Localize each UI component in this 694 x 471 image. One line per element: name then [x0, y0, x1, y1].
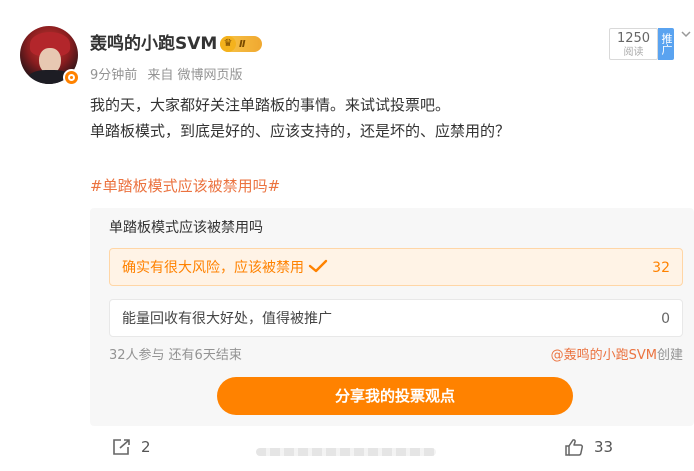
repost-count: 2 — [141, 438, 151, 456]
blurred-content — [256, 448, 436, 456]
poll-participants: 32人参与 — [109, 348, 165, 363]
chevron-down-icon[interactable] — [680, 28, 692, 40]
crown-icon: ♛ — [220, 36, 236, 52]
poll-option-label: 确实有很大风险，应该被禁用 — [122, 258, 328, 278]
post-source: 来自 微博网页版 — [147, 68, 243, 83]
poll-status: 32人参与 还有6天结束 — [109, 347, 246, 365]
checkmark-icon — [308, 259, 328, 273]
post-meta: 9分钟前 来自 微博网页版 — [90, 64, 249, 83]
repost-icon — [113, 439, 130, 455]
like-button[interactable]: 33 — [564, 438, 613, 456]
post-time[interactable]: 9分钟前 — [90, 68, 137, 83]
view-counter: 1250 阅读 — [609, 28, 658, 60]
promote-button[interactable]: 推广 — [658, 28, 674, 60]
share-vote-button[interactable]: 分享我的投票观点 — [217, 377, 573, 415]
action-bar: 2 33 — [0, 430, 694, 471]
poll-option-text: 确实有很大风险，应该被禁用 — [122, 260, 304, 276]
author-name[interactable]: 轰鸣的小跑SVM — [90, 33, 217, 55]
level-label: Ⅱ — [239, 38, 246, 50]
view-label: 阅读 — [623, 47, 644, 58]
poll-creator-suffix: 创建 — [656, 348, 683, 363]
poll-creator: @轰鸣的小跑SVM创建 — [551, 347, 683, 365]
like-count: 33 — [594, 438, 614, 456]
view-count: 1250 — [616, 31, 651, 46]
post-text-line: 单踏板模式，到底是好的、应该支持的，还是坏的、应禁用的？ — [90, 122, 511, 140]
thumbs-up-icon — [565, 439, 584, 456]
verified-badge-icon — [63, 69, 80, 86]
poll-option-count: 32 — [652, 260, 670, 276]
poll-option-selected[interactable]: 确实有很大风险，应该被禁用 32 — [109, 248, 683, 286]
poll-creator-link[interactable]: @轰鸣的小跑SVM — [551, 348, 657, 363]
poll-option[interactable]: 能量回收有很大好处，值得被推广 0 — [109, 299, 683, 337]
poll-card: 单踏板模式应该被禁用吗 确实有很大风险，应该被禁用 32 能量回收有很大好处，值… — [90, 208, 694, 426]
post-text-line: 我的天，大家都好关注单踏板的事情。来试试投票吧。 — [90, 96, 451, 114]
poll-option-label: 能量回收有很大好处，值得被推广 — [122, 311, 332, 327]
poll-title: 单踏板模式应该被禁用吗 — [109, 220, 263, 236]
repost-button[interactable]: 2 — [111, 438, 151, 456]
poll-option-count: 0 — [661, 311, 670, 327]
hashtag-link[interactable]: #单踏板模式应该被禁用吗# — [90, 174, 280, 198]
post-body: 我的天，大家都好关注单踏板的事情。来试试投票吧。 单踏板模式，到底是好的、应该支… — [90, 92, 680, 144]
poll-remaining: 还有6天结束 — [168, 348, 242, 363]
level-badge[interactable]: ♛ Ⅱ — [220, 36, 262, 52]
